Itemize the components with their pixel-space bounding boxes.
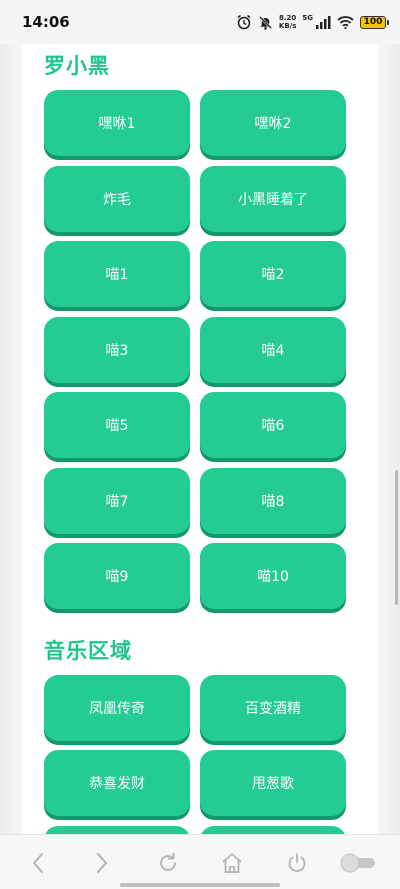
sound-button[interactable]: 喵3 [44,317,190,383]
forward-button[interactable] [88,849,116,877]
sound-button[interactable]: 喵7 [44,468,190,534]
status-icons: 8.20 KB/s 5G 100 [236,14,389,30]
scrollbar-thumb[interactable] [395,470,398,605]
sound-button[interactable]: 喵1 [44,241,190,307]
back-button[interactable] [24,849,52,877]
home-indicator[interactable] [120,883,280,887]
status-time: 14:06 [22,13,70,31]
toggle-icon [340,853,375,873]
sound-button[interactable]: 喵8 [200,468,346,534]
music-button[interactable] [44,826,190,834]
sound-button[interactable]: 炸毛 [44,166,190,232]
net-speed-unit: KB/s [278,22,297,30]
signal-icon [315,15,331,29]
sound-button[interactable]: 喵5 [44,392,190,458]
sound-button[interactable]: 嘿咻1 [44,90,190,156]
section-title-music: 音乐区域 [44,639,132,663]
refresh-button[interactable] [154,849,182,877]
back-icon [33,853,43,873]
sound-button[interactable]: 喵9 [44,543,190,609]
sound-button[interactable]: 喵4 [200,317,346,383]
network-type: 5G [302,14,313,22]
mute-bell-icon [258,15,273,30]
sound-button[interactable]: 喵10 [200,543,346,609]
refresh-icon [160,852,176,871]
music-button[interactable]: 凤凰传奇 [44,675,190,741]
sound-button[interactable]: 小黑睡着了 [200,166,346,232]
sound-button[interactable]: 喵2 [200,241,346,307]
toggle-switch[interactable] [338,849,378,877]
bottom-nav [0,834,400,889]
music-button[interactable]: 恭喜发财 [44,750,190,816]
page-gutter-left [0,44,22,834]
music-button[interactable] [200,826,346,834]
home-button[interactable] [218,849,246,877]
sound-button[interactable]: 嘿咻2 [200,90,346,156]
home-icon [222,853,242,873]
alarm-icon [236,14,252,30]
power-icon [288,853,306,872]
content-card: 罗小黑 嘿咻1 嘿咻2 炸毛 小黑睡着了 喵1 喵2 喵3 喵4 喵5 喵6 喵… [22,44,378,834]
page-gutter-right [378,44,400,834]
section-title-luoxiaohei: 罗小黑 [44,54,110,78]
wifi-icon [337,15,354,29]
music-button[interactable]: 百变酒精 [200,675,346,741]
power-button[interactable] [283,849,311,877]
net-speed: 8.20 KB/s [279,14,296,30]
sound-button[interactable]: 喵6 [200,392,346,458]
status-bar: 14:06 8.20 KB/s 5G 100 [0,0,400,44]
battery-icon: 100 [360,15,389,29]
net-speed-value: 8.20 [278,14,297,22]
music-button[interactable]: 甩葱歌 [200,750,346,816]
forward-icon [97,853,107,873]
